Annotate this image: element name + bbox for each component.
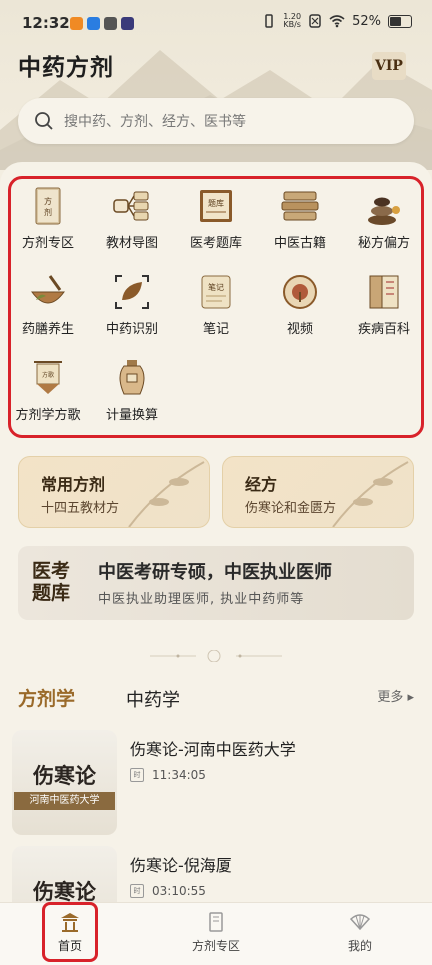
tab-zhongyaoxue[interactable]: 中药学 bbox=[126, 686, 180, 712]
app-notification-icon bbox=[121, 17, 134, 30]
stones-icon bbox=[368, 197, 400, 225]
grid-item-label: 医考题库 bbox=[189, 236, 242, 251]
book-icon bbox=[209, 912, 223, 932]
card-title: 常用方剂 bbox=[41, 475, 106, 494]
grid-item-shibie[interactable]: 中药识别 bbox=[90, 264, 174, 348]
card-classic-prescriptions[interactable]: 经方 伤寒论和金匮方 bbox=[222, 456, 414, 528]
grid-item-yikao[interactable]: 题库 医考题库 bbox=[174, 178, 258, 262]
herb-decoration bbox=[128, 461, 205, 527]
grid-item-label: 秘方偏方 bbox=[357, 236, 410, 251]
nav-mine[interactable]: 我的 bbox=[310, 909, 410, 954]
list-item[interactable]: 伤寒论 河南中医药大学 伤寒论-河南中医药大学 时 11:34:05 bbox=[12, 730, 422, 838]
vip-button[interactable]: VIP bbox=[372, 52, 406, 80]
time-icon: 时 bbox=[130, 768, 144, 782]
time-icon: 时 bbox=[130, 884, 144, 898]
card-common-prescriptions[interactable]: 常用方剂 十四五教材方 bbox=[18, 456, 210, 528]
banner-icon: 方歌 bbox=[34, 361, 62, 394]
section-tabs: 方剂学 中药学 更多 ▸ bbox=[0, 684, 432, 716]
app-notification-icon bbox=[104, 17, 117, 30]
svg-text:方歌: 方歌 bbox=[42, 371, 54, 379]
grid-item-label: 笔记 bbox=[202, 322, 229, 337]
item-duration: 时 03:10:55 bbox=[130, 884, 206, 898]
fan-icon bbox=[349, 914, 371, 931]
grid-item-label: 方剂学方歌 bbox=[15, 408, 81, 423]
item-title: 伤寒论-河南中医药大学 bbox=[130, 740, 296, 759]
page-title: 中药方剂 bbox=[18, 55, 114, 81]
grid-item-mifang[interactable]: 秘方偏方 bbox=[342, 178, 426, 262]
exam-banner[interactable]: 医考题库 中医考研专硕，中医执业医师 中医执业助理医师, 执业中药师等 bbox=[18, 546, 414, 620]
item-title: 伤寒论-倪海厦 bbox=[130, 856, 232, 875]
battery-percent: 52% bbox=[352, 13, 381, 29]
encyclopedia-icon bbox=[369, 275, 399, 309]
question-bank-icon: 题库 bbox=[200, 190, 232, 222]
nav-label: 我的 bbox=[347, 939, 372, 953]
video-icon bbox=[283, 275, 317, 309]
grid-item-jibing[interactable]: 疾病百科 bbox=[342, 264, 426, 348]
search-placeholder: 搜中药、方剂、经方、医书等 bbox=[64, 114, 246, 130]
app-notification-icon bbox=[87, 17, 100, 30]
net-speed-unit: KB/s bbox=[283, 20, 301, 29]
status-time: 12:32 bbox=[22, 14, 70, 32]
grid-item-label: 视频 bbox=[286, 322, 313, 337]
thumbnail-title: 伤寒论 bbox=[33, 763, 96, 788]
thumbnail-subtitle: 河南中医药大学 bbox=[14, 792, 115, 810]
carousel-indicator bbox=[150, 650, 282, 662]
home-tab-highlight bbox=[42, 902, 98, 962]
video-thumbnail: 伤寒论 河南中医药大学 bbox=[12, 730, 117, 835]
status-right: 1.20 KB/s 52% bbox=[262, 13, 412, 29]
grid-item-label: 药膳养生 bbox=[21, 322, 74, 337]
card-subtitle: 伤寒论和金匮方 bbox=[245, 501, 337, 516]
banner-subtitle: 中医执业助理医师, 执业中药师等 bbox=[98, 592, 305, 607]
duration-value: 11:34:05 bbox=[152, 768, 206, 782]
battery-icon bbox=[388, 14, 412, 28]
grid-item-shipin[interactable]: 视频 bbox=[258, 264, 342, 348]
wifi-icon bbox=[329, 15, 345, 28]
status-bar: 12:32 1.20 KB/s 52% bbox=[0, 0, 432, 48]
vibrate-icon bbox=[265, 14, 274, 28]
jar-icon bbox=[119, 360, 145, 395]
no-sim-icon bbox=[309, 14, 321, 28]
more-link[interactable]: 更多 ▸ bbox=[377, 686, 414, 705]
svg-text:剂: 剂 bbox=[44, 207, 52, 217]
mind-map-icon bbox=[113, 191, 149, 221]
grid-item-label: 中医古籍 bbox=[273, 236, 326, 251]
item-duration: 时 11:34:05 bbox=[130, 768, 206, 782]
notification-icons bbox=[70, 17, 134, 30]
grid-item-label: 中药识别 bbox=[105, 322, 158, 337]
app-notification-icon bbox=[70, 17, 83, 30]
svg-text:题库: 题库 bbox=[208, 198, 224, 208]
grid-item-label: 教材导图 bbox=[105, 236, 158, 251]
herb-mortar-icon bbox=[31, 275, 65, 304]
grid-item-jiliang[interactable]: 计量换算 bbox=[90, 350, 174, 434]
card-subtitle: 十四五教材方 bbox=[41, 501, 120, 516]
grid-item-guji[interactable]: 中医古籍 bbox=[258, 178, 342, 262]
grid-item-biji[interactable]: 笔记 笔记 bbox=[174, 264, 258, 348]
grid-item-fangge[interactable]: 方歌 方剂学方歌 bbox=[6, 350, 90, 434]
search-bar[interactable]: 搜中药、方剂、经方、医书等 bbox=[18, 98, 414, 144]
grid-item-fangji[interactable]: 方剂 方剂专区 bbox=[6, 178, 90, 262]
nav-fangji[interactable]: 方剂专区 bbox=[166, 909, 266, 954]
grid-item-jiaocai[interactable]: 教材导图 bbox=[90, 178, 174, 262]
grid-item-label: 计量换算 bbox=[105, 408, 158, 423]
leaf-scan-icon bbox=[115, 275, 149, 309]
nav-label: 方剂专区 bbox=[191, 939, 240, 953]
ancient-books-icon bbox=[281, 191, 319, 221]
svg-text:笔记: 笔记 bbox=[208, 282, 224, 292]
grid-item-label: 疾病百科 bbox=[357, 322, 410, 337]
banner-tag: 医考题库 bbox=[32, 560, 71, 604]
more-label: 更多 bbox=[377, 690, 404, 705]
herb-decoration bbox=[332, 461, 409, 527]
net-speed: 1.20 KB/s bbox=[283, 13, 301, 29]
grid-item-yaoshan[interactable]: 药膳养生 bbox=[6, 264, 90, 348]
card-title: 经方 bbox=[245, 475, 278, 494]
svg-text:方: 方 bbox=[44, 196, 52, 206]
tab-fangjixue[interactable]: 方剂学 bbox=[18, 684, 75, 711]
banner-headline: 中医考研专硕，中医执业医师 bbox=[98, 562, 332, 583]
prescription-book-icon: 方剂 bbox=[35, 187, 61, 225]
search-icon bbox=[35, 112, 53, 130]
grid-item-label: 方剂专区 bbox=[21, 236, 74, 251]
duration-value: 03:10:55 bbox=[152, 884, 206, 898]
notes-icon: 笔记 bbox=[201, 275, 231, 309]
